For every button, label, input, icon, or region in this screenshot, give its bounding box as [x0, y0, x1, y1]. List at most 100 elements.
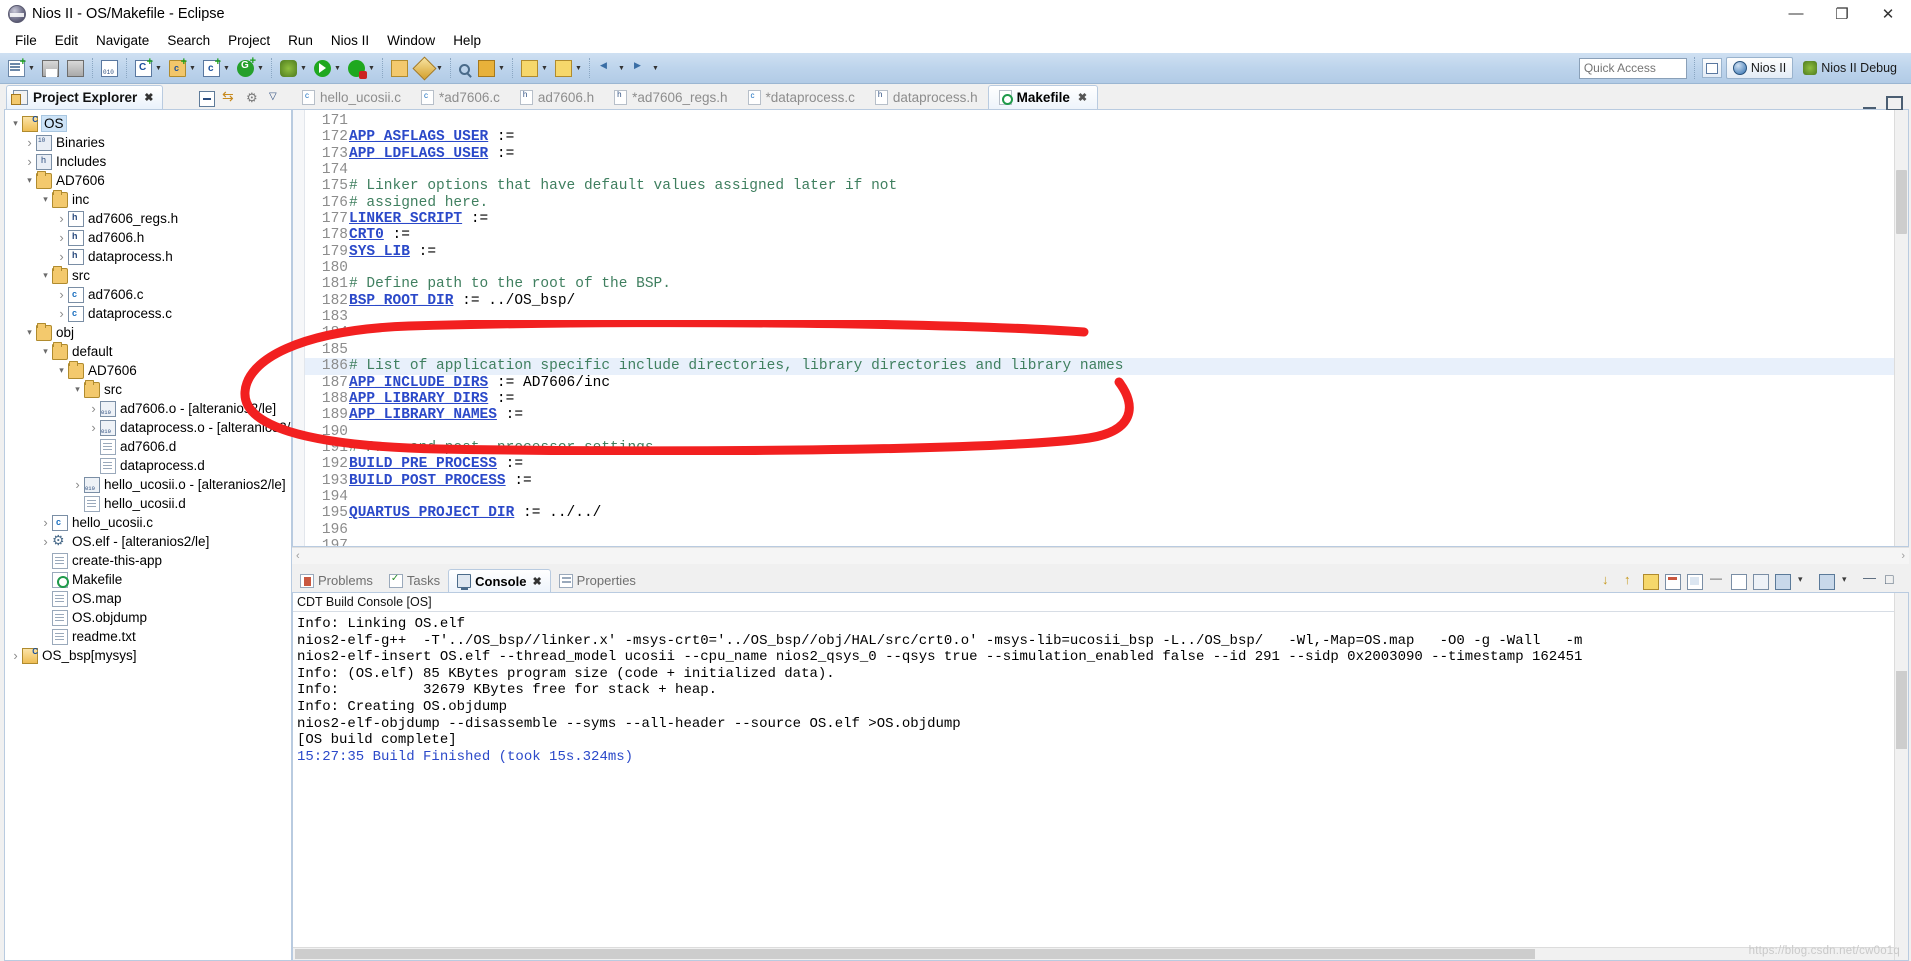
tree-item[interactable]: dataprocess.h — [5, 247, 291, 266]
console-body[interactable]: CDT Build Console [OS] Info: Linking OS.… — [292, 592, 1909, 961]
expand-arrow-icon[interactable] — [39, 346, 52, 357]
quick-access-input[interactable] — [1578, 57, 1687, 79]
forward-button[interactable]: ▼ — [628, 55, 662, 81]
menu-file[interactable]: File — [6, 31, 46, 50]
tree-item[interactable]: Includes — [5, 152, 291, 171]
tree-item[interactable]: ad7606.c — [5, 285, 291, 304]
link-with-editor-icon[interactable] — [222, 88, 238, 107]
tree-item[interactable]: OS.map — [5, 589, 291, 608]
view-menu-dots-icon[interactable] — [245, 90, 261, 107]
collapse-arrow-icon[interactable] — [23, 135, 36, 150]
tree-item[interactable]: Binaries — [5, 133, 291, 152]
expand-arrow-icon[interactable] — [71, 384, 84, 395]
editor-hscroll-right-arrow[interactable]: › — [1901, 550, 1905, 562]
new-c-file-dropdown-arrow[interactable]: ▼ — [222, 55, 231, 81]
new-wizard-button[interactable]: ▼ — [4, 55, 38, 81]
save-all-button[interactable] — [63, 55, 88, 81]
tree-item[interactable]: ad7606_regs.h — [5, 209, 291, 228]
tree-item[interactable]: ad7606.o - [alteranios2/le] — [5, 399, 291, 418]
tree-item[interactable]: OS_bsp [mysys] — [5, 646, 291, 665]
new-c-folder-button[interactable]: ▼ — [165, 55, 199, 81]
tree-item[interactable]: OS.elf - [alteranios2/le] — [5, 532, 291, 551]
editor-marker-gutter[interactable] — [293, 110, 305, 546]
scroll-lock-down-icon[interactable] — [1599, 572, 1615, 590]
collapse-arrow-icon[interactable] — [39, 534, 52, 549]
collapse-arrow-icon[interactable] — [87, 401, 100, 416]
tree-item[interactable]: src — [5, 379, 291, 399]
editor-hscroll-left-arrow[interactable]: ‹ — [296, 550, 300, 562]
expand-arrow-icon[interactable] — [39, 270, 52, 281]
tree-item[interactable]: OS.objdump — [5, 608, 291, 627]
maximize-editor-icon[interactable] — [1886, 96, 1903, 111]
expand-arrow-icon[interactable] — [23, 327, 36, 338]
collapse-arrow-icon[interactable] — [87, 420, 100, 435]
back-button[interactable]: ▼ — [594, 55, 628, 81]
editor-code-area[interactable]: 171 172 APP_ASFLAGS_USER := 173 APP_LDFLAGS_… — [305, 110, 1908, 546]
tree-item[interactable]: src — [5, 265, 291, 285]
minimize-icon[interactable] — [1863, 570, 1879, 590]
display-console-icon[interactable] — [1775, 574, 1791, 590]
expand-arrow-icon[interactable] — [55, 365, 68, 376]
minimize-button[interactable]: — — [1773, 0, 1819, 28]
collapse-arrow-icon[interactable] — [23, 154, 36, 169]
tree-item[interactable]: hello_ucosii.c — [5, 513, 291, 532]
tree-item[interactable]: create-this-app — [5, 551, 291, 570]
next-annotation-dropdown-arrow[interactable]: ▼ — [540, 55, 549, 81]
collapse-arrow-icon[interactable] — [55, 306, 68, 321]
new-c-project-dropdown-arrow[interactable]: ▼ — [154, 55, 163, 81]
tree-item[interactable]: Makefile — [5, 570, 291, 589]
marker-button[interactable]: ▼ — [474, 55, 508, 81]
editor-tab-ad7606h[interactable]: ad7606.h — [510, 85, 604, 109]
perspective-nios-ii[interactable]: Nios II — [1725, 57, 1794, 79]
prev-annotation-button[interactable]: ▼ — [551, 55, 585, 81]
menu-search[interactable]: Search — [158, 31, 219, 50]
menu-project[interactable]: Project — [219, 31, 279, 50]
build-all-dropdown-arrow[interactable]: ▼ — [256, 55, 265, 81]
run-external-button[interactable]: ▼ — [344, 55, 378, 81]
menu-window[interactable]: Window — [378, 31, 444, 50]
tree-item[interactable]: AD7606 — [5, 170, 291, 190]
tree-item[interactable]: obj — [5, 322, 291, 342]
open-folder-button[interactable] — [387, 55, 412, 81]
view-menu-icon[interactable] — [268, 91, 284, 107]
collapse-arrow-icon[interactable] — [55, 211, 68, 226]
tree-item[interactable]: dataprocess.o - [alteranios2/ — [5, 418, 291, 437]
tab-project-explorer[interactable]: Project Explorer ✖ — [6, 85, 163, 109]
close-button[interactable]: ✕ — [1865, 0, 1911, 28]
build-binary-button[interactable] — [97, 55, 122, 81]
console-hscroll-thumb[interactable] — [295, 949, 1535, 959]
pin-console-icon[interactable] — [1709, 571, 1725, 590]
open-console-icon[interactable] — [1819, 574, 1835, 590]
editor-body[interactable]: 171 172 APP_ASFLAGS_USER := 173 APP_LDFLAGS_… — [292, 110, 1909, 547]
console-scroll-thumb[interactable] — [1896, 671, 1907, 749]
expand-arrow-icon[interactable] — [39, 194, 52, 205]
collapse-arrow-icon[interactable] — [71, 477, 84, 492]
tree-item[interactable]: hello_ucosii.d — [5, 494, 291, 513]
tree-item[interactable]: hello_ucosii.o - [alteranios2/le] — [5, 475, 291, 494]
collapse-arrow-icon[interactable] — [55, 287, 68, 302]
menu-edit[interactable]: Edit — [46, 31, 87, 50]
close-icon[interactable]: ✖ — [532, 575, 541, 588]
expand-arrow-icon[interactable] — [23, 175, 36, 186]
tree-item[interactable]: AD7606 — [5, 360, 291, 380]
editor-vertical-scrollbar[interactable] — [1894, 110, 1908, 546]
menu-run[interactable]: Run — [279, 31, 322, 50]
scroll-lock-up-icon[interactable] — [1621, 572, 1637, 590]
collapse-all-icon[interactable] — [199, 91, 215, 107]
editor-tab-makefile[interactable]: Makefile ✖ — [987, 85, 1099, 109]
expand-arrow-icon[interactable] — [9, 118, 22, 129]
menu-help[interactable]: Help — [444, 31, 490, 50]
editor-tab-dataprocessh[interactable]: dataprocess.h — [865, 85, 988, 109]
collapse-arrow-icon[interactable] — [39, 515, 52, 530]
run-external-dropdown-arrow[interactable]: ▼ — [367, 55, 376, 81]
perspective-nios-ii-debug[interactable]: Nios II Debug — [1797, 57, 1903, 79]
close-icon[interactable]: ✖ — [1078, 91, 1087, 104]
editor-tab-hello_ucosiic[interactable]: hello_ucosii.c — [292, 85, 411, 109]
new-console-icon[interactable] — [1731, 574, 1747, 590]
maximize-icon[interactable] — [1885, 571, 1901, 590]
next-annotation-button[interactable]: ▼ — [517, 55, 551, 81]
project-tree-container[interactable]: OS Binaries Includes AD7606 inc ad7606_regs.h… — [4, 109, 292, 961]
editor-tab-ad7606c[interactable]: *ad7606.c — [411, 85, 510, 109]
console-tab-properties[interactable]: Properties — [551, 569, 644, 592]
search-button[interactable] — [455, 55, 474, 81]
